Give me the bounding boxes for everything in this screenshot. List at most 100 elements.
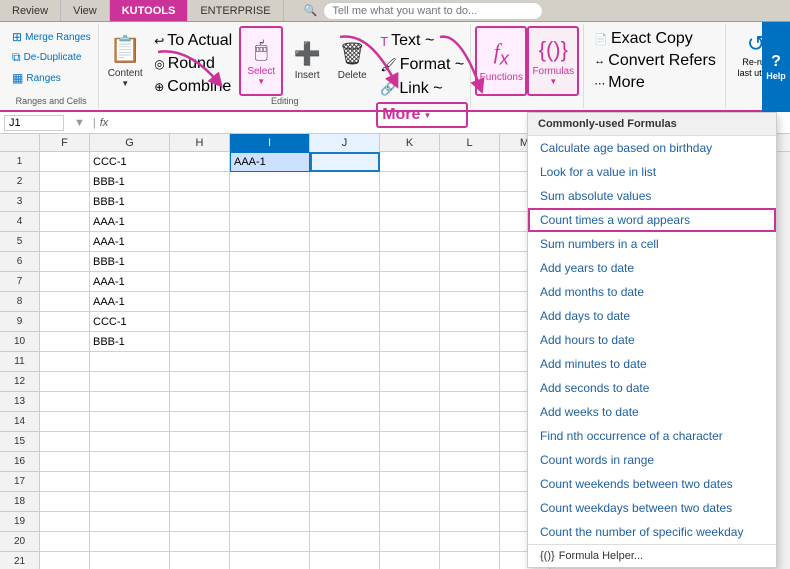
- tab-kutools[interactable]: KUTOOLS: [110, 0, 189, 21]
- cell-ref-input[interactable]: [4, 115, 64, 131]
- cell-k5[interactable]: [380, 232, 440, 252]
- cell-j7[interactable]: [310, 272, 380, 292]
- cell-h2[interactable]: [170, 172, 230, 192]
- cell-l2[interactable]: [440, 172, 500, 192]
- tab-review[interactable]: Review: [0, 0, 61, 21]
- cell-i4[interactable]: [230, 212, 310, 232]
- cell-h5[interactable]: [170, 232, 230, 252]
- cell-g6[interactable]: BBB-1: [90, 252, 170, 272]
- de-duplicate-btn[interactable]: ⧉ De-Duplicate: [8, 48, 94, 67]
- cell-k7[interactable]: [380, 272, 440, 292]
- cell-l10[interactable]: [440, 332, 500, 352]
- insert-btn[interactable]: ➕ Insert: [286, 26, 328, 96]
- cell-f4[interactable]: [40, 212, 90, 232]
- cell-h4[interactable]: [170, 212, 230, 232]
- cell-j3[interactable]: [310, 192, 380, 212]
- cell-g2[interactable]: BBB-1: [90, 172, 170, 192]
- dropdown-item-sum-numbers[interactable]: Sum numbers in a cell: [528, 232, 776, 256]
- merge-ranges-btn[interactable]: ⊞ Merge Ranges: [8, 28, 94, 46]
- dropdown-item-sum-absolute[interactable]: Sum absolute values: [528, 184, 776, 208]
- formulas-btn[interactable]: {()} Formulas ▼: [527, 26, 579, 96]
- cell-k3[interactable]: [380, 192, 440, 212]
- cell-i2[interactable]: [230, 172, 310, 192]
- cell-j2[interactable]: [310, 172, 380, 192]
- cell-i7[interactable]: [230, 272, 310, 292]
- dropdown-item-count-words[interactable]: Count words in range: [528, 448, 776, 472]
- search-input[interactable]: [323, 2, 543, 20]
- cell-g1[interactable]: CCC-1: [90, 152, 170, 172]
- cell-h6[interactable]: [170, 252, 230, 272]
- cell-f1[interactable]: [40, 152, 90, 172]
- cell-f3[interactable]: [40, 192, 90, 212]
- cell-f10[interactable]: [40, 332, 90, 352]
- dropdown-item-count-times[interactable]: Count times a word appears: [528, 208, 776, 232]
- cell-h7[interactable]: [170, 272, 230, 292]
- cell-g4[interactable]: AAA-1: [90, 212, 170, 232]
- cell-h3[interactable]: [170, 192, 230, 212]
- cell-l3[interactable]: [440, 192, 500, 212]
- cell-i6[interactable]: [230, 252, 310, 272]
- dropdown-item-count-weekends[interactable]: Count weekends between two dates: [528, 472, 776, 496]
- dropdown-item-add-hours[interactable]: Add hours to date: [528, 328, 776, 352]
- cell-g8[interactable]: AAA-1: [90, 292, 170, 312]
- cell-f6[interactable]: [40, 252, 90, 272]
- more-right-btn[interactable]: ⋯ More: [590, 72, 719, 94]
- cell-l6[interactable]: [440, 252, 500, 272]
- cell-h10[interactable]: [170, 332, 230, 352]
- cell-j10[interactable]: [310, 332, 380, 352]
- combine-btn[interactable]: ⊕ Combine: [150, 76, 236, 98]
- cell-k10[interactable]: [380, 332, 440, 352]
- cell-i9[interactable]: [230, 312, 310, 332]
- cell-l5[interactable]: [440, 232, 500, 252]
- dropdown-item-add-weeks[interactable]: Add weeks to date: [528, 400, 776, 424]
- cell-l9[interactable]: [440, 312, 500, 332]
- cell-l7[interactable]: [440, 272, 500, 292]
- exact-copy-btn[interactable]: 📄 Exact Copy: [590, 28, 719, 50]
- cell-l1[interactable]: [440, 152, 500, 172]
- dropdown-item-add-days[interactable]: Add days to date: [528, 304, 776, 328]
- dropdown-item-add-years[interactable]: Add years to date: [528, 256, 776, 280]
- cell-j6[interactable]: [310, 252, 380, 272]
- dropdown-item-count-weekdays[interactable]: Count weekdays between two dates: [528, 496, 776, 520]
- cell-l4[interactable]: [440, 212, 500, 232]
- help-btn[interactable]: ? Help: [762, 22, 790, 112]
- cell-f8[interactable]: [40, 292, 90, 312]
- cell-j9[interactable]: [310, 312, 380, 332]
- cell-k1[interactable]: [380, 152, 440, 172]
- select-btn[interactable]: 🖱 Select ▼: [239, 26, 283, 96]
- cell-l8[interactable]: [440, 292, 500, 312]
- cell-j5[interactable]: [310, 232, 380, 252]
- dropdown-item-calculate-age[interactable]: Calculate age based on birthday: [528, 136, 776, 160]
- dropdown-item-look-for-value[interactable]: Look for a value in list: [528, 160, 776, 184]
- dropdown-item-count-specific-weekday[interactable]: Count the number of specific weekday: [528, 520, 776, 544]
- functions-btn[interactable]: fx Functions: [475, 26, 527, 96]
- dropdown-item-add-minutes[interactable]: Add minutes to date: [528, 352, 776, 376]
- cell-i5[interactable]: [230, 232, 310, 252]
- cell-i8[interactable]: [230, 292, 310, 312]
- cell-f5[interactable]: [40, 232, 90, 252]
- convert-refers-btn[interactable]: ↔ Convert Refers: [590, 50, 719, 72]
- to-actual-btn[interactable]: ↩ To Actual: [150, 30, 236, 52]
- cell-g7[interactable]: AAA-1: [90, 272, 170, 292]
- round-btn[interactable]: ◎ Round: [150, 53, 236, 75]
- cell-i1[interactable]: AAA-1: [230, 152, 310, 172]
- cell-h8[interactable]: [170, 292, 230, 312]
- cell-h9[interactable]: [170, 312, 230, 332]
- text-btn[interactable]: T Text ~: [376, 30, 468, 52]
- cell-k2[interactable]: [380, 172, 440, 192]
- cell-i3[interactable]: [230, 192, 310, 212]
- cell-i10[interactable]: [230, 332, 310, 352]
- content-btn[interactable]: 📋 Content ▼: [103, 26, 147, 96]
- cell-f7[interactable]: [40, 272, 90, 292]
- cell-g3[interactable]: BBB-1: [90, 192, 170, 212]
- cell-k4[interactable]: [380, 212, 440, 232]
- tab-view[interactable]: View: [61, 0, 110, 21]
- dropdown-item-add-months[interactable]: Add months to date: [528, 280, 776, 304]
- cell-g10[interactable]: BBB-1: [90, 332, 170, 352]
- tab-enterprise[interactable]: ENTERPRISE: [188, 0, 283, 21]
- cell-k9[interactable]: [380, 312, 440, 332]
- cell-f2[interactable]: [40, 172, 90, 192]
- dropdown-item-add-seconds[interactable]: Add seconds to date: [528, 376, 776, 400]
- ranges-btn[interactable]: ▦ Ranges: [8, 69, 94, 87]
- dropdown-item-find-nth[interactable]: Find nth occurrence of a character: [528, 424, 776, 448]
